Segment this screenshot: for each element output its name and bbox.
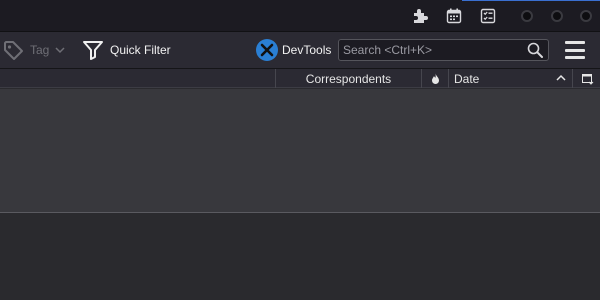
search-input[interactable] xyxy=(339,40,523,60)
minimize-button[interactable] xyxy=(521,10,533,22)
devtools-label: DevTools xyxy=(282,43,332,57)
column-separator xyxy=(448,69,449,88)
tag-label: Tag xyxy=(30,43,50,57)
column-date[interactable]: Date xyxy=(454,69,572,88)
app-menu-button[interactable] xyxy=(564,39,586,61)
thread-list[interactable] xyxy=(0,89,600,213)
search-box[interactable] xyxy=(338,39,549,61)
close-button[interactable] xyxy=(580,10,592,22)
title-bar xyxy=(0,0,600,32)
quick-filter-label: Quick Filter xyxy=(110,43,171,57)
title-accent-line xyxy=(462,0,600,1)
menu-line xyxy=(565,41,585,44)
search-icon[interactable] xyxy=(526,41,544,59)
message-pane xyxy=(0,214,600,300)
column-junk[interactable] xyxy=(422,69,448,88)
filter-icon xyxy=(82,39,104,61)
devtools-button[interactable]: DevTools xyxy=(256,38,331,62)
extensions-icon[interactable] xyxy=(410,6,430,26)
quick-filter-button[interactable]: Quick Filter xyxy=(82,38,171,62)
flame-icon xyxy=(431,73,440,85)
tasks-icon[interactable] xyxy=(478,6,498,26)
devtools-icon xyxy=(256,39,278,61)
sort-ascending-icon xyxy=(556,74,566,82)
column-picker-icon xyxy=(582,73,594,85)
column-date-label: Date xyxy=(454,71,480,86)
column-picker-button[interactable] xyxy=(578,69,598,88)
thread-column-header: Correspondents Date xyxy=(0,69,600,88)
tag-button[interactable]: Tag xyxy=(2,38,68,62)
calendar-icon[interactable] xyxy=(444,6,464,26)
column-separator xyxy=(572,69,573,88)
chevron-down-icon xyxy=(55,46,65,54)
menu-line xyxy=(565,56,585,59)
quick-filter-toolbar: Tag Quick Filter DevTools xyxy=(0,32,600,69)
tag-icon xyxy=(2,39,24,61)
maximize-button[interactable] xyxy=(551,10,563,22)
column-correspondents[interactable]: Correspondents xyxy=(276,69,421,88)
column-correspondents-label: Correspondents xyxy=(305,71,392,86)
menu-line xyxy=(565,48,585,52)
